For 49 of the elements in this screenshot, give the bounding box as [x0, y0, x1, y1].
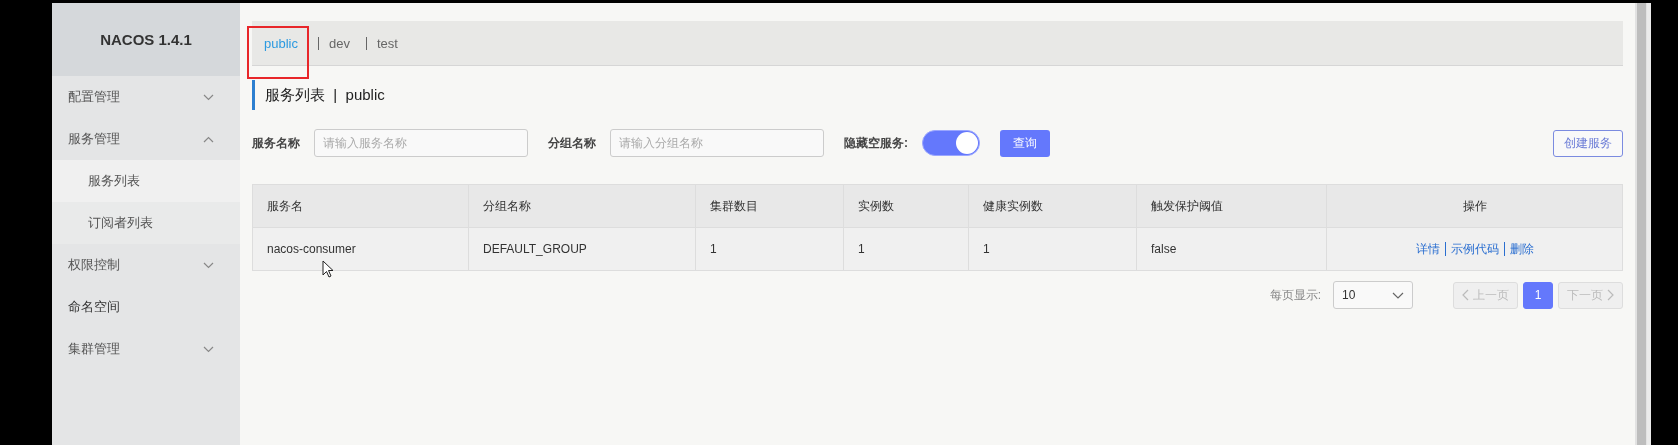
namespace-tab[interactable]: dev — [317, 36, 360, 50]
action-link[interactable]: 示例代码 — [1444, 242, 1504, 256]
sidebar-item[interactable]: 服务管理 — [52, 118, 240, 160]
chevron-down-icon — [203, 261, 214, 269]
column-header: 实例数 — [843, 184, 969, 228]
table-cell: 1 — [968, 227, 1137, 271]
table-cell: 1 — [695, 227, 844, 271]
sidebar-item[interactable]: 命名空间 — [52, 286, 240, 328]
scrollbar[interactable] — [1635, 3, 1651, 445]
page-title: 服务列表 | public — [265, 85, 385, 105]
sidebar-subitem[interactable]: 服务列表 — [52, 160, 240, 202]
table-cell: DEFAULT_GROUP — [468, 227, 696, 271]
cursor-icon — [322, 260, 334, 278]
sidebar-subitem[interactable]: 订阅者列表 — [52, 202, 240, 244]
action-link[interactable]: 删除 — [1503, 242, 1539, 256]
action-link[interactable]: 详情 — [1410, 242, 1445, 256]
input-field[interactable]: 请输入分组名称 — [610, 129, 824, 157]
table-cell: 1 — [843, 227, 969, 271]
page-size-label: 每页显示: — [1269, 286, 1321, 304]
caret-icon — [1392, 291, 1404, 299]
field-label: 服务名称 — [252, 134, 300, 152]
chevron-right-icon — [1607, 289, 1614, 301]
app-title: NACOS 1.4.1 — [52, 3, 240, 76]
column-header: 分组名称 — [468, 184, 696, 228]
column-header: 触发保护阈值 — [1136, 184, 1327, 228]
column-header: 服务名 — [252, 184, 469, 228]
namespace-tab[interactable]: test — [365, 36, 408, 50]
chevron-down-icon — [203, 345, 214, 353]
highlight-frame — [247, 26, 309, 79]
chevron-down-icon — [203, 93, 214, 101]
table-cell: nacos-consumer — [252, 227, 469, 271]
column-header: 操作 — [1326, 184, 1623, 228]
namespace-tab[interactable]: public — [264, 36, 308, 50]
page-size-select[interactable]: 10 — [1333, 281, 1413, 309]
column-header: 集群数目 — [695, 184, 844, 228]
column-header: 健康实例数 — [968, 184, 1137, 228]
table-cell: false — [1136, 227, 1327, 271]
input-field[interactable]: 请输入服务名称 — [314, 129, 528, 157]
chevron-up-icon — [203, 135, 214, 143]
field-label: 分组名称 — [548, 134, 596, 152]
create-button[interactable]: 创建服务 — [1553, 129, 1623, 157]
sidebar-item[interactable]: 集群管理 — [52, 328, 240, 370]
sidebar-item[interactable]: 配置管理 — [52, 76, 240, 118]
field-label: 隐藏空服务: — [844, 134, 908, 152]
page-button[interactable]: 1 — [1523, 281, 1553, 309]
chevron-left-icon — [1462, 289, 1469, 301]
toggle-switch[interactable] — [922, 130, 980, 156]
query-button[interactable]: 查询 — [1000, 129, 1050, 157]
sidebar-item[interactable]: 权限控制 — [52, 244, 240, 286]
